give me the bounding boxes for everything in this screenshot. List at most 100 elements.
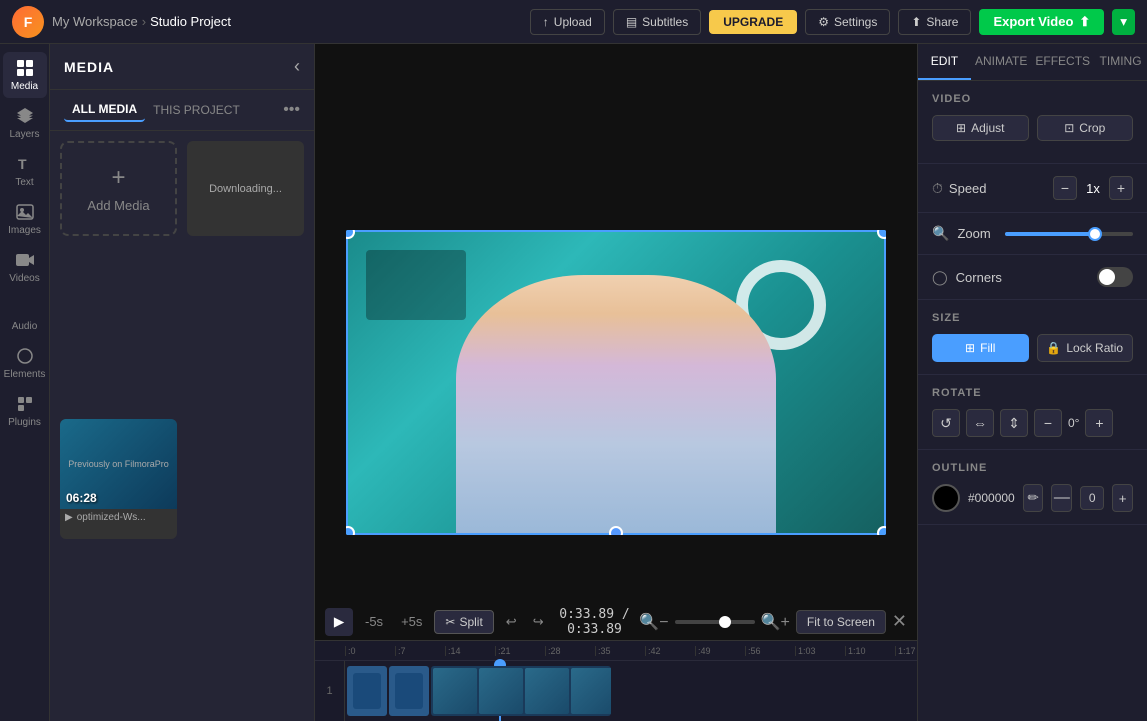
zoom-controls: 🔍− 🔍+ [639,612,790,632]
list-item[interactable]: Downloading... ▶ EbwUnvQs [187,141,304,236]
handle-top-left[interactable] [346,230,355,239]
topbar: F My Workspace › Studio Project ↑ Upload… [0,0,1147,44]
clip-segment [347,666,387,716]
flip-h-button[interactable]: ⇔ [966,409,994,437]
upgrade-button[interactable]: UPGRADE [709,10,797,34]
sidebar-item-plugins[interactable]: Plugins [3,388,47,434]
corners-label: Corners [956,270,1089,285]
skip-back-button[interactable]: -5s [359,610,389,633]
add-media-label: Add Media [87,198,149,213]
zoom-slider-track[interactable] [1005,232,1133,236]
track-clip[interactable] [345,666,625,716]
rotate-minus-button[interactable]: − [1034,409,1062,437]
svg-text:T: T [18,156,27,172]
zoom-track[interactable] [675,620,755,624]
ruler-mark: 1:10 [845,646,895,656]
flip-v-button[interactable]: ⇕ [1000,409,1028,437]
tab-this-project[interactable]: THIS PROJECT [145,99,248,121]
outline-num-value: 0 [1080,486,1104,510]
media-tabs: ALL MEDIA THIS PROJECT ••• [50,90,314,131]
subtitles-icon: ▤ [626,15,637,29]
ruler-mark: :49 [695,646,745,656]
project-name[interactable]: Studio Project [150,14,231,29]
handle-top-right[interactable] [877,230,886,239]
breadcrumb-separator: › [142,14,146,29]
media-panel-close-button[interactable]: ‹ [294,56,300,77]
zoom-in-button[interactable]: 🔍+ [761,612,790,632]
tab-animate[interactable]: ANIMATE [971,44,1031,80]
adjust-icon: ⊞ [956,121,966,135]
redo-button[interactable]: ↪ [527,610,550,634]
speed-minus-button[interactable]: − [1053,176,1077,200]
media-content: + Add Media Downloading... ▶ EbwUnvQs 06… [50,131,314,721]
sidebar-item-audio[interactable]: Audio [3,292,47,338]
undo-button[interactable]: ↩ [500,610,523,634]
breadcrumb: My Workspace › Studio Project [52,14,231,29]
settings-button[interactable]: ⚙ Settings [805,9,890,35]
timeline-close-button[interactable]: ✕ [892,611,907,632]
rotate-ccw-button[interactable]: ↺ [932,409,960,437]
rotate-plus-button[interactable]: + [1085,409,1113,437]
tab-timing[interactable]: TIMING [1094,44,1147,80]
crop-button[interactable]: ⊡ Crop [1037,115,1134,141]
tab-all-media[interactable]: ALL MEDIA [64,98,145,122]
video-frame [346,230,886,535]
media-more-button[interactable]: ••• [283,101,300,119]
zoom-slider-fill [1005,232,1094,236]
zoom-slider-thumb[interactable] [1088,227,1102,241]
fit-screen-button[interactable]: Fit to Screen [796,610,886,634]
upload-button[interactable]: ↑ Upload [530,9,605,35]
tab-edit[interactable]: EDIT [918,44,971,80]
adjust-button[interactable]: ⊞ Adjust [932,115,1029,141]
fill-button[interactable]: ⊞ Fill [932,334,1029,362]
sidebar-item-elements[interactable]: Elements [3,340,47,386]
size-section-title: SIZE [932,312,1133,324]
play-button[interactable]: ▶ [325,608,353,636]
sidebar-item-layers[interactable]: Layers [3,100,47,146]
lock-icon: 🔒 [1046,341,1061,355]
speed-value: 1x [1083,181,1103,196]
lock-ratio-button[interactable]: 🔒 Lock Ratio [1037,334,1134,362]
ruler-mark: :56 [745,646,795,656]
size-buttons-row: ⊞ Fill 🔒 Lock Ratio [932,334,1133,362]
duration-overlay: 06:28 [66,491,97,505]
split-button[interactable]: ✂ Split [434,610,493,634]
sidebar-item-text[interactable]: T Text [3,148,47,194]
timeline-ruler: :0:7:14:21:28:35:42:49:561:031:101:171:2… [315,641,917,661]
video-preview-area: ▶ -5s +5s ✂ Split ↩ ↪ 0:33.89 / 0:33.89 … [315,44,917,721]
video-section: VIDEO ⊞ Adjust ⊡ Crop [918,81,1147,164]
outline-color-swatch[interactable] [932,484,960,512]
subtitles-button[interactable]: ▤ Subtitles [613,9,701,35]
zoom-thumb[interactable] [719,616,731,628]
layers-label: Layers [9,129,39,140]
outline-dash-button[interactable]: — [1051,484,1072,512]
outline-plus-button[interactable]: + [1112,484,1133,512]
add-media-button[interactable]: + Add Media [60,141,177,236]
person-area [346,275,886,535]
export-button[interactable]: Export Video ⬆ [979,9,1104,35]
icon-sidebar: Media Layers T Text Images Videos Audio … [0,44,50,721]
zoom-slider-row: 🔍 Zoom [932,225,1133,242]
ruler-mark: :14 [445,646,495,656]
main-layout: Media Layers T Text Images Videos Audio … [0,44,1147,721]
size-section: SIZE ⊞ Fill 🔒 Lock Ratio [918,300,1147,375]
skip-forward-button[interactable]: +5s [395,610,428,633]
audio-label: Audio [12,321,38,332]
tab-effects[interactable]: EFFECTS [1031,44,1094,80]
corners-toggle-thumb [1099,269,1115,285]
sidebar-item-videos[interactable]: Videos [3,244,47,290]
zoom-out-button[interactable]: 🔍− [639,612,668,632]
outline-pencil-button[interactable]: ✏ [1023,484,1044,512]
sidebar-item-media[interactable]: Media [3,52,47,98]
speed-plus-button[interactable]: + [1109,176,1133,200]
workspace-name[interactable]: My Workspace [52,14,138,29]
sidebar-item-images[interactable]: Images [3,196,47,242]
speed-row: ⏱ Speed − 1x + [932,176,1133,200]
share-button[interactable]: ⬆ Share [898,9,971,35]
corners-toggle[interactable] [1097,267,1133,287]
preview-canvas [346,230,886,535]
zoom-section: 🔍 Zoom [918,213,1147,255]
list-item[interactable]: 06:28 Previously on FilmoraPro ▶ optimiz… [60,419,177,539]
export-dropdown-button[interactable]: ▾ [1112,9,1135,35]
timeline-toolbar: ▶ -5s +5s ✂ Split ↩ ↪ 0:33.89 / 0:33.89 … [315,603,917,641]
